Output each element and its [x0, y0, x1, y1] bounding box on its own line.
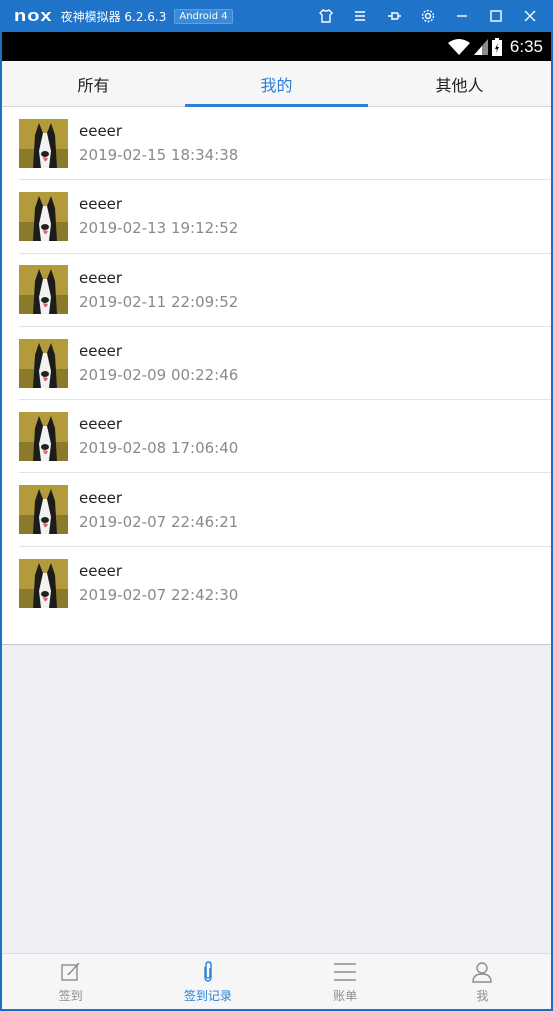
- record-user-name: eeeer: [79, 342, 123, 361]
- nav-bills[interactable]: 账单: [277, 954, 414, 1009]
- user-icon: [472, 961, 493, 983]
- edit-icon: [60, 962, 80, 981]
- tab-mine[interactable]: 我的: [185, 61, 368, 107]
- tab-others-label: 其他人: [435, 75, 484, 95]
- record-user-name: eeeer: [79, 268, 123, 287]
- android-version-badge: Android 4: [174, 8, 233, 24]
- avatar: [19, 558, 68, 608]
- nav-bills-label: 账单: [333, 988, 358, 1003]
- checkin-record-list: eeeer 2019-02-15 18:34:38 eeeer 2019-02-…: [2, 107, 551, 645]
- tab-all-label: 所有: [77, 75, 110, 95]
- list-item[interactable]: eeeer 2019-02-13 19:12:52: [19, 180, 551, 254]
- minimize-icon[interactable]: [445, 0, 479, 32]
- list-icon: [334, 962, 357, 981]
- record-user-name: eeeer: [79, 122, 123, 141]
- record-timestamp: 2019-02-07 22:46:21: [79, 512, 239, 531]
- nox-logo: nox: [14, 6, 53, 25]
- list-item[interactable]: eeeer 2019-02-15 18:34:38: [19, 107, 551, 181]
- record-user-name: eeeer: [79, 562, 123, 581]
- nav-checkin-records-label: 签到记录: [183, 988, 232, 1003]
- bottom-navigation: 签到 签到记录 账单 我: [2, 953, 551, 1009]
- status-bar: 6:35: [2, 32, 551, 61]
- tab-mine-label: 我的: [260, 75, 293, 95]
- record-timestamp: 2019-02-15 18:34:38: [79, 146, 239, 165]
- record-user-name: eeeer: [79, 488, 123, 507]
- avatar: [19, 411, 68, 461]
- gear-icon[interactable]: [411, 0, 445, 32]
- tab-all[interactable]: 所有: [2, 61, 185, 106]
- avatar: [19, 191, 68, 241]
- list-item[interactable]: eeeer 2019-02-11 22:09:52: [19, 254, 551, 327]
- avatar: [19, 338, 68, 388]
- record-tabs: 所有 我的 其他人: [2, 61, 551, 107]
- list-item[interactable]: eeeer 2019-02-07 22:42:30: [19, 547, 551, 620]
- emulator-app-name: 夜神模拟器 6.2.6.3: [60, 9, 167, 24]
- paperclip-icon: [204, 960, 212, 982]
- emulator-titlebar: nox 夜神模拟器 6.2.6.3 Android 4: [0, 0, 553, 32]
- list-item[interactable]: eeeer 2019-02-07 22:46:21: [19, 473, 551, 547]
- signal-icon: [473, 38, 488, 55]
- pin-icon[interactable]: [377, 0, 411, 32]
- menu-icon[interactable]: [343, 0, 377, 32]
- android-screen: 6:35 所有 我的 其他人 eeeer 2019-02-15 18:34:38: [2, 32, 551, 1009]
- list-item[interactable]: eeeer 2019-02-09 00:22:46: [19, 327, 551, 401]
- nav-checkin-label: 签到: [58, 988, 83, 1003]
- record-user-name: eeeer: [79, 195, 123, 214]
- record-timestamp: 2019-02-11 22:09:52: [79, 292, 239, 311]
- record-user-name: eeeer: [79, 415, 123, 434]
- nav-checkin-records[interactable]: 签到记录: [139, 954, 276, 1009]
- wifi-icon: [447, 38, 470, 55]
- maximize-icon[interactable]: [479, 0, 513, 32]
- record-timestamp: 2019-02-08 17:06:40: [79, 439, 239, 458]
- record-timestamp: 2019-02-09 00:22:46: [79, 366, 239, 385]
- nav-me-label: 我: [476, 988, 489, 1003]
- nav-me[interactable]: 我: [414, 954, 551, 1009]
- record-timestamp: 2019-02-13 19:12:52: [79, 219, 239, 238]
- shirt-icon[interactable]: [309, 0, 343, 32]
- avatar: [19, 265, 68, 315]
- status-clock: 6:35: [509, 36, 543, 56]
- nav-checkin[interactable]: 签到: [2, 954, 139, 1009]
- close-icon[interactable]: [513, 0, 547, 32]
- window-controls: [309, 0, 547, 32]
- avatar: [19, 118, 68, 168]
- list-item[interactable]: eeeer 2019-02-08 17:06:40: [19, 400, 551, 474]
- avatar: [19, 485, 68, 535]
- record-timestamp: 2019-02-07 22:42:30: [79, 586, 239, 605]
- tab-others[interactable]: 其他人: [368, 61, 551, 106]
- battery-icon: [491, 37, 502, 56]
